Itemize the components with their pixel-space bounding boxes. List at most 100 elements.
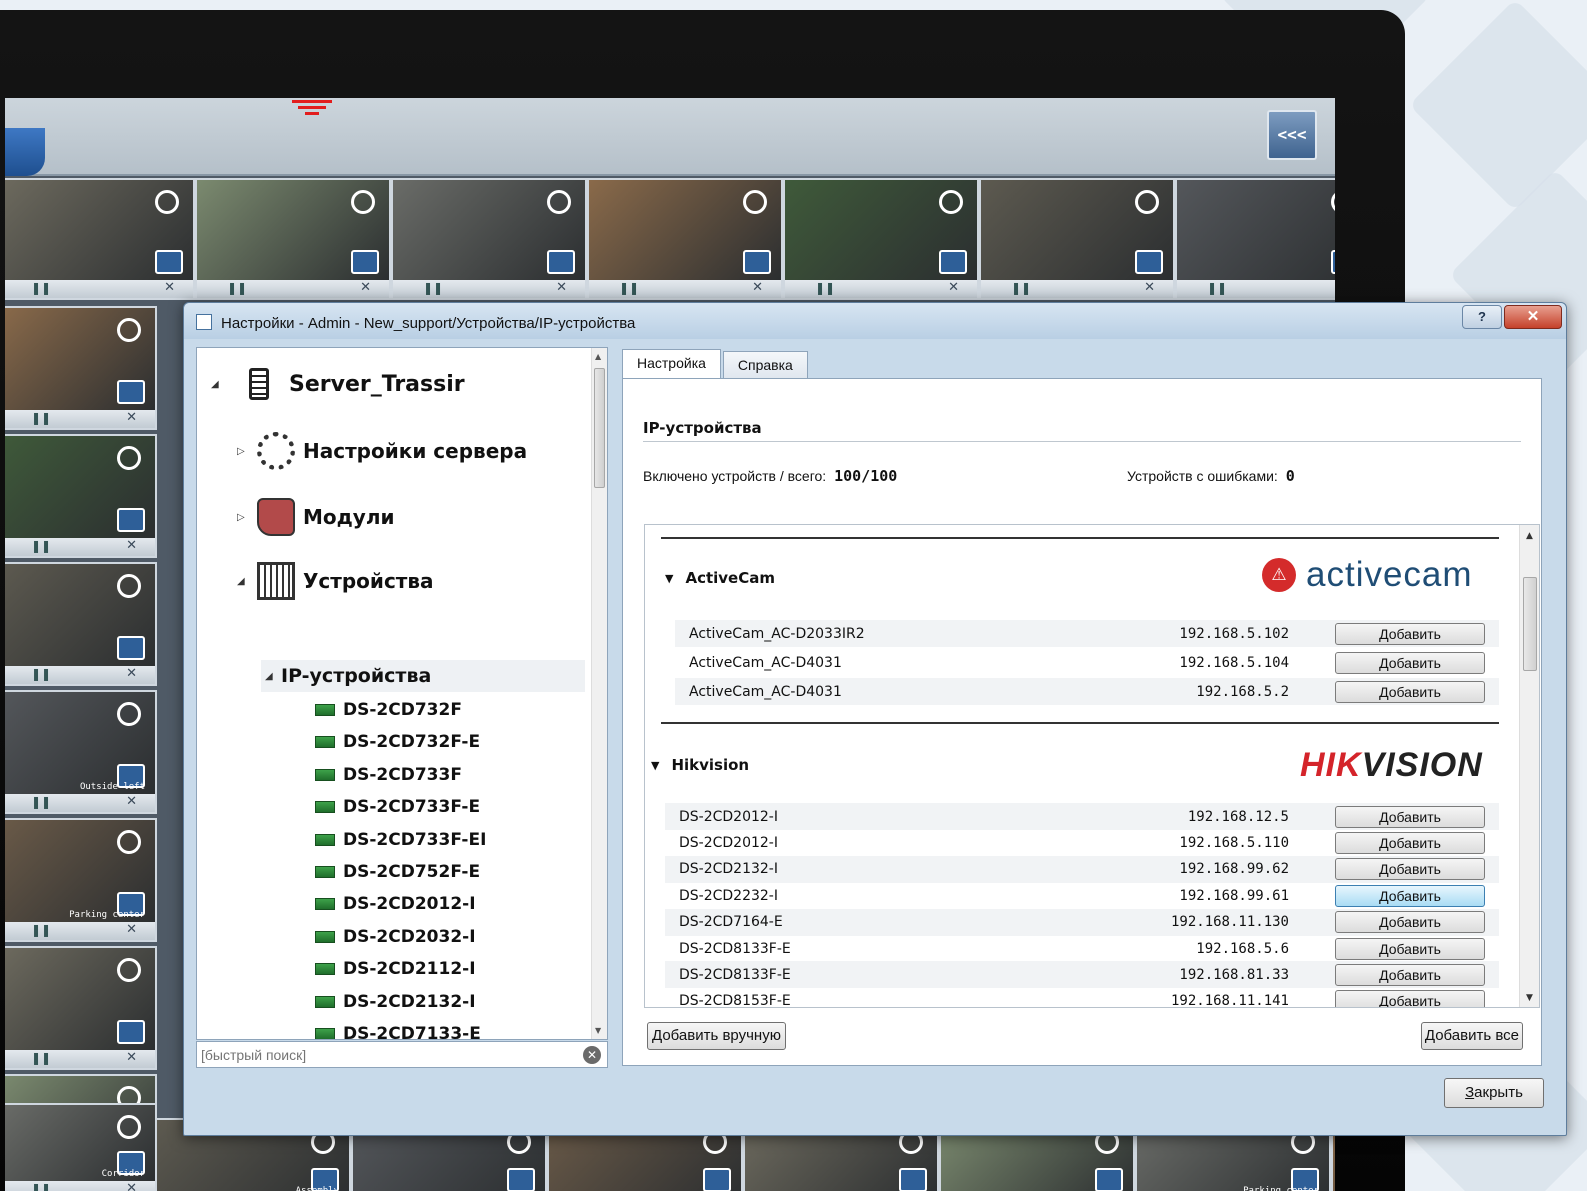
camera-tile[interactable]: ❚❚ ✕ <box>391 178 587 300</box>
camera-tile[interactable]: ❚❚ ✕ <box>5 306 157 430</box>
close-tile-icon[interactable]: ✕ <box>164 280 175 295</box>
add-device-button[interactable]: Добавить <box>1335 990 1485 1007</box>
camera-tile[interactable]: ❚❚ ✕ <box>587 178 783 300</box>
tree-node-device[interactable]: DS-2CD732F-E <box>315 732 480 752</box>
add-device-button[interactable]: Добавить <box>1335 937 1485 960</box>
close-tile-icon[interactable]: ✕ <box>126 1050 137 1065</box>
scroll-up-icon[interactable]: ▲ <box>595 352 601 361</box>
vendor-header-hikvision[interactable]: ▼ Hikvision <box>651 756 749 774</box>
pause-icon[interactable]: ❚❚ <box>31 667 51 681</box>
tree-node-device[interactable]: DS-2CD2132-I <box>315 992 476 1012</box>
tree-node-device[interactable]: DS-2CD733F-EI <box>315 830 486 850</box>
scroll-up-icon[interactable]: ▲ <box>1526 531 1533 541</box>
device-row[interactable]: DS-2CD8133F-E 192.168.5.6 Добавить <box>665 935 1499 962</box>
collapse-arrow-icon[interactable]: ◢ <box>211 379 231 390</box>
zoom-icon[interactable] <box>1135 190 1159 214</box>
add-device-button[interactable]: Добавить <box>1335 911 1485 934</box>
device-row[interactable]: ActiveCam_AC-D2033IR2 192.168.5.102 Доба… <box>675 620 1499 647</box>
close-tile-icon[interactable]: ✕ <box>752 280 763 295</box>
collapse-arrow-icon[interactable]: ◢ <box>237 576 257 587</box>
zoom-icon[interactable] <box>117 574 141 598</box>
zoom-icon[interactable] <box>117 830 141 854</box>
camera-tile[interactable]: ❚❚ ✕ <box>195 178 391 300</box>
pause-icon[interactable]: ❚❚ <box>31 411 51 425</box>
pause-icon[interactable]: ❚❚ <box>31 1182 51 1191</box>
close-tile-icon[interactable]: ✕ <box>126 538 137 553</box>
tree-node-device[interactable]: DS-2CD2012-I <box>315 894 476 914</box>
device-row[interactable]: DS-2CD8133F-E 192.168.81.33 Добавить <box>665 961 1499 989</box>
zoom-icon[interactable] <box>117 702 141 726</box>
camera-tile[interactable]: ❚❚ ✕ <box>783 178 979 300</box>
tree-node-ip-devices[interactable]: ◢ IP-устройства <box>261 660 585 692</box>
tree-scrollbar[interactable]: ▲ ▼ <box>591 348 607 1039</box>
vendor-header-activecam[interactable]: ▼ ActiveCam <box>665 569 775 587</box>
device-row[interactable]: DS-2CD8153F-E 192.168.11.141 Добавить <box>665 988 1499 1007</box>
pause-icon[interactable]: ❚❚ <box>619 281 639 295</box>
zoom-icon[interactable] <box>547 190 571 214</box>
zoom-icon[interactable] <box>351 190 375 214</box>
layout-grid-icon[interactable] <box>117 636 145 660</box>
layout-grid-icon[interactable] <box>1135 250 1163 274</box>
zoom-icon[interactable] <box>117 318 141 342</box>
tree-node-device[interactable]: DS-2CD752F-E <box>315 862 480 882</box>
device-row[interactable]: DS-2CD7164-E 192.168.11.130 Добавить <box>665 908 1499 936</box>
zoom-icon[interactable] <box>117 958 141 982</box>
device-row[interactable]: DS-2CD2012-I 192.168.12.5 Добавить <box>665 803 1499 830</box>
pause-icon[interactable]: ❚❚ <box>423 281 443 295</box>
pause-icon[interactable]: ❚❚ <box>227 281 247 295</box>
alarm-indicator-icon[interactable] <box>287 100 337 122</box>
zoom-icon[interactable] <box>939 190 963 214</box>
layout-grid-icon[interactable] <box>899 1168 927 1191</box>
camera-tile[interactable]: ❚❚ ✕ <box>5 434 157 558</box>
list-scrollbar[interactable]: ▲ ▼ <box>1519 525 1539 1007</box>
camera-tile[interactable]: ❚❚ ✕ <box>5 946 157 1070</box>
layout-grid-icon[interactable] <box>155 250 183 274</box>
close-tile-icon[interactable]: ✕ <box>126 410 137 425</box>
tree-node-device[interactable]: DS-2CD733F-E <box>315 797 480 817</box>
add-manually-button[interactable]: Добавить вручную <box>647 1022 786 1050</box>
collapse-triangle-icon[interactable]: ▼ <box>665 572 673 585</box>
collapse-arrow-icon[interactable]: ◢ <box>265 671 281 682</box>
expand-arrow-icon[interactable]: ▷ <box>237 446 257 457</box>
pause-icon[interactable]: ❚❚ <box>31 795 51 809</box>
layout-grid-icon[interactable] <box>1095 1168 1123 1191</box>
tree-node-server[interactable]: ◢ Server_Trassir <box>211 368 465 400</box>
camera-tile[interactable]: ❚❚ ✕ <box>5 562 157 686</box>
pause-icon[interactable]: ❚❚ <box>1207 281 1227 295</box>
device-row[interactable]: ActiveCam_AC-D4031 192.168.5.2 Добавить <box>675 678 1499 705</box>
pause-icon[interactable]: ❚❚ <box>31 923 51 937</box>
layout-grid-icon[interactable] <box>351 250 379 274</box>
add-device-button[interactable]: Добавить <box>1335 805 1485 828</box>
layout-grid-icon[interactable] <box>117 508 145 532</box>
close-tile-icon[interactable]: ✕ <box>126 794 137 809</box>
add-device-button[interactable]: Добавить <box>1335 831 1485 854</box>
zoom-icon[interactable] <box>743 190 767 214</box>
layout-grid-icon[interactable] <box>547 250 575 274</box>
device-row[interactable]: DS-2CD2232-I 192.168.99.61 Добавить <box>665 882 1499 909</box>
add-device-button[interactable]: Добавить <box>1335 884 1485 907</box>
camera-tile[interactable]: ❚❚ ✕ <box>5 178 195 300</box>
close-tile-icon[interactable]: ✕ <box>126 666 137 681</box>
close-tile-icon[interactable]: ✕ <box>1144 280 1155 295</box>
layout-grid-icon[interactable] <box>507 1168 535 1191</box>
zoom-icon[interactable] <box>155 190 179 214</box>
help-button[interactable]: ? <box>1462 305 1502 329</box>
layout-grid-icon[interactable] <box>1331 250 1335 274</box>
add-device-button[interactable]: Добавить <box>1335 963 1485 986</box>
layout-grid-icon[interactable] <box>743 250 771 274</box>
close-button[interactable]: Закрыть <box>1444 1078 1544 1108</box>
layout-grid-icon[interactable] <box>703 1168 731 1191</box>
device-row[interactable]: DS-2CD2012-I 192.168.5.110 Добавить <box>665 829 1499 856</box>
tree-node-server-settings[interactable]: ▷ Настройки сервера <box>237 432 527 470</box>
add-all-button[interactable]: Добавить все <box>1420 1022 1523 1050</box>
close-tile-icon[interactable]: ✕ <box>360 280 371 295</box>
scroll-down-icon[interactable]: ▼ <box>1526 993 1533 1003</box>
add-device-button[interactable]: Добавить <box>1335 651 1485 674</box>
pause-icon[interactable]: ❚❚ <box>31 281 51 295</box>
panel-toggle-button[interactable]: <<< <box>1267 110 1317 160</box>
layout-grid-icon[interactable] <box>939 250 967 274</box>
close-tile-icon[interactable]: ✕ <box>556 280 567 295</box>
dialog-titlebar[interactable]: Настройки - Admin - New_support/Устройст… <box>184 303 1566 339</box>
close-tile-icon[interactable]: ✕ <box>948 280 959 295</box>
add-device-button[interactable]: Добавить <box>1335 858 1485 881</box>
